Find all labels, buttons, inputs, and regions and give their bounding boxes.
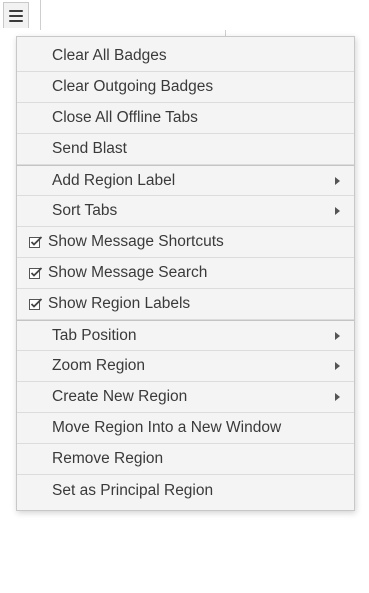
menu-item-show-message-shortcuts[interactable]: Show Message Shortcuts	[17, 227, 354, 258]
menu-item-label: Show Message Shortcuts	[48, 233, 224, 250]
menu-item-label: Show Region Labels	[48, 295, 191, 312]
context-menu: Clear All Badges Clear Outgoing Badges C…	[16, 36, 355, 511]
menu-bar	[9, 19, 23, 22]
menu-item-set-as-principal-region[interactable]: Set as Principal Region	[17, 475, 354, 506]
menu-item-label: Send Blast	[52, 140, 127, 157]
menu-item-label: Move Region Into a New Window	[52, 419, 282, 436]
menu-item-label: Set as Principal Region	[52, 481, 214, 499]
menu-item-add-region-label[interactable]: Add Region Label	[17, 165, 354, 196]
menu-item-show-message-search[interactable]: Show Message Search	[17, 258, 354, 289]
menu-item-label: Zoom Region	[52, 357, 146, 374]
menu-item-label: Tab Position	[52, 326, 137, 344]
menu-item-create-new-region[interactable]: Create New Region	[17, 382, 354, 413]
toolbar	[0, 0, 40, 36]
submenu-arrow-icon	[335, 331, 340, 340]
hamburger-menu-icon[interactable]	[3, 2, 29, 28]
menu-item-label: Clear All Badges	[52, 47, 167, 64]
menu-item-tab-position[interactable]: Tab Position	[17, 320, 354, 351]
menu-item-clear-outgoing-badges[interactable]: Clear Outgoing Badges	[17, 72, 354, 103]
submenu-arrow-icon	[335, 362, 340, 370]
toolbar-divider	[40, 0, 41, 30]
menu-item-sort-tabs[interactable]: Sort Tabs	[17, 196, 354, 227]
menu-item-close-all-offline-tabs[interactable]: Close All Offline Tabs	[17, 103, 354, 134]
menu-item-label: Add Region Label	[52, 171, 176, 189]
menu-item-label: Show Message Search	[48, 264, 208, 281]
menu-item-label: Close All Offline Tabs	[52, 109, 198, 126]
menu-item-label: Sort Tabs	[52, 202, 118, 219]
menu-item-label: Remove Region	[52, 450, 164, 467]
submenu-arrow-icon	[335, 393, 340, 401]
menu-item-zoom-region[interactable]: Zoom Region	[17, 351, 354, 382]
menu-item-remove-region[interactable]: Remove Region	[17, 444, 354, 475]
submenu-arrow-icon	[335, 207, 340, 215]
menu-item-move-region-into-new-window[interactable]: Move Region Into a New Window	[17, 413, 354, 444]
menu-bar	[9, 9, 23, 12]
menu-item-label: Create New Region	[52, 388, 188, 405]
submenu-arrow-icon	[335, 176, 340, 185]
checkbox-checked-icon	[29, 236, 43, 248]
menu-item-label: Clear Outgoing Badges	[52, 78, 214, 95]
menu-item-clear-all-badges[interactable]: Clear All Badges	[17, 41, 354, 72]
checkbox-checked-icon	[29, 298, 43, 310]
menu-bar	[9, 14, 23, 17]
menu-item-show-region-labels[interactable]: Show Region Labels	[17, 289, 354, 320]
checkbox-checked-icon	[29, 267, 43, 279]
menu-item-send-blast[interactable]: Send Blast	[17, 134, 354, 165]
